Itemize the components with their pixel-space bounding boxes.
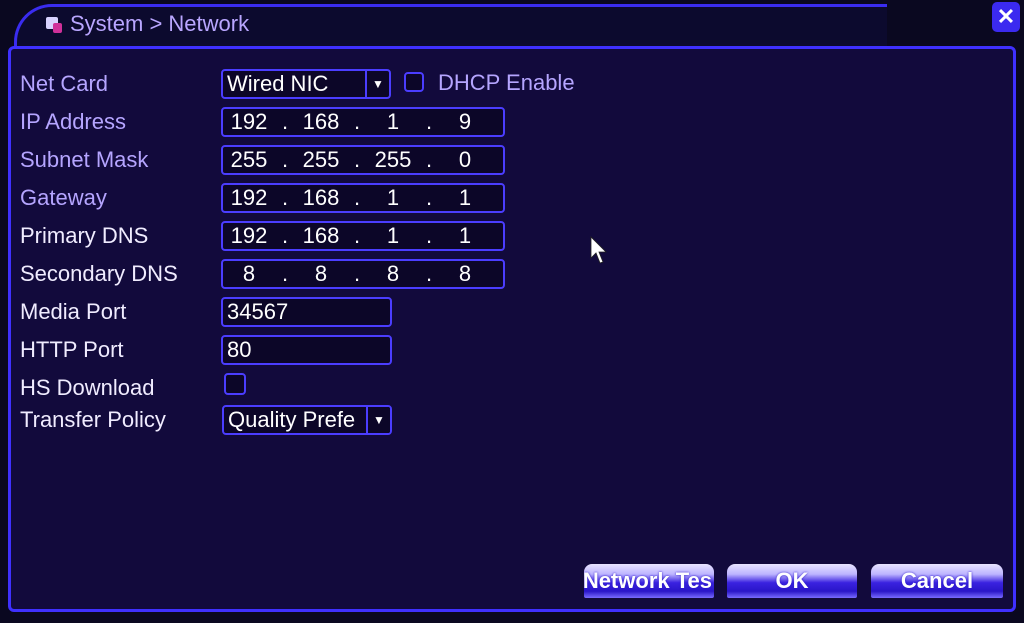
ok-label: OK [775,568,809,593]
primary-dns-label: Primary DNS [20,223,149,248]
ip-dot: . [281,147,289,172]
http-port-row: HTTP Port [20,335,220,365]
media-port-row: Media Port [20,297,220,327]
net-card-row: Net Card [20,69,220,99]
hs-download-label: HS Download [20,375,155,400]
gateway-octet-4[interactable]: 1 [439,185,491,211]
net-card-value: Wired NIC [227,71,329,96]
cancel-label: Cancel [900,568,974,593]
secondary-dns-label: Secondary DNS [20,261,178,286]
ip-dot: . [281,223,289,248]
ip-dot: . [281,109,289,134]
media-port-value: 34567 [227,299,289,324]
cancel-button[interactable]: Cancel [871,564,1003,598]
secondary-dns-row: Secondary DNS [20,259,220,289]
mouse-cursor-icon [590,236,607,264]
http-port-input[interactable]: 80 [221,335,392,365]
sdns-octet-4[interactable]: 8 [439,261,491,287]
http-port-label: HTTP Port [20,337,124,362]
net-card-label: Net Card [20,71,109,96]
hs-download-checkbox[interactable] [224,373,246,395]
ip-dot: . [425,223,433,248]
hs-download-row: HS Download [20,373,220,403]
pdns-octet-1[interactable]: 192 [223,223,275,249]
page-title: System > Network [46,10,249,38]
ip-address-label: IP Address [20,109,126,134]
sdns-octet-2[interactable]: 8 [295,261,347,287]
dhcp-enable-label: DHCP Enable [438,70,575,95]
pdns-octet-3[interactable]: 1 [367,223,419,249]
ip-dot: . [281,185,289,210]
pdns-octet-2[interactable]: 168 [295,223,347,249]
gateway-octet-2[interactable]: 168 [295,185,347,211]
ip-dot: . [353,185,361,210]
mask-octet-4[interactable]: 0 [439,147,491,173]
ip-dot: . [353,147,361,172]
network-test-label: Network Tes [584,568,712,593]
transfer-policy-label: Transfer Policy [20,407,166,432]
secondary-dns-input[interactable]: 8 . 8 . 8 . 8 [221,259,505,289]
mask-octet-3[interactable]: 255 [367,147,419,173]
ip-dot: . [425,261,433,286]
subnet-mask-row: Subnet Mask [20,145,220,175]
gateway-label: Gateway [20,185,107,210]
dhcp-enable-checkbox[interactable] [404,72,424,92]
ip-dot: . [425,147,433,172]
dialog-frame: System > Network ✕ Net Card Wired NIC ▼ … [0,0,1024,623]
http-port-value: 80 [227,337,252,362]
ip-octet-4[interactable]: 9 [439,109,491,135]
ip-dot: . [353,261,361,286]
breadcrumb: System > Network [70,11,250,36]
transfer-policy-select[interactable]: Quality Prefe ▼ [222,405,392,435]
sdns-octet-1[interactable]: 8 [223,261,275,287]
subnet-mask-input[interactable]: 255 . 255 . 255 . 0 [221,145,505,175]
transfer-policy-row: Transfer Policy [20,405,220,435]
ip-octet-1[interactable]: 192 [223,109,275,135]
gateway-octet-1[interactable]: 192 [223,185,275,211]
sdns-octet-3[interactable]: 8 [367,261,419,287]
gateway-input[interactable]: 192 . 168 . 1 . 1 [221,183,505,213]
gateway-octet-3[interactable]: 1 [367,185,419,211]
ip-dot: . [353,223,361,248]
close-icon: ✕ [996,4,1016,29]
ip-dot: . [425,109,433,134]
ip-address-input[interactable]: 192 . 168 . 1 . 9 [221,107,505,137]
subnet-mask-label: Subnet Mask [20,147,149,172]
media-port-label: Media Port [20,299,127,324]
ok-button[interactable]: OK [727,564,857,598]
ip-dot: . [425,185,433,210]
gateway-row: Gateway [20,183,220,213]
ip-octet-3[interactable]: 1 [367,109,419,135]
pdns-octet-4[interactable]: 1 [439,223,491,249]
primary-dns-input[interactable]: 192 . 168 . 1 . 1 [221,221,505,251]
network-test-button[interactable]: Network Tes [584,564,714,598]
network-settings-icon [46,15,64,33]
ip-dot: . [281,261,289,286]
ip-address-row: IP Address [20,107,220,137]
transfer-policy-value: Quality Prefe [228,407,356,432]
mask-octet-2[interactable]: 255 [295,147,347,173]
net-card-select[interactable]: Wired NIC ▼ [221,69,391,99]
chevron-down-icon[interactable]: ▼ [366,407,390,433]
ip-octet-2[interactable]: 168 [295,109,347,135]
primary-dns-row: Primary DNS [20,221,220,251]
media-port-input[interactable]: 34567 [221,297,392,327]
close-button[interactable]: ✕ [992,2,1020,32]
mask-octet-1[interactable]: 255 [223,147,275,173]
ip-dot: . [353,109,361,134]
chevron-down-icon[interactable]: ▼ [365,71,389,97]
